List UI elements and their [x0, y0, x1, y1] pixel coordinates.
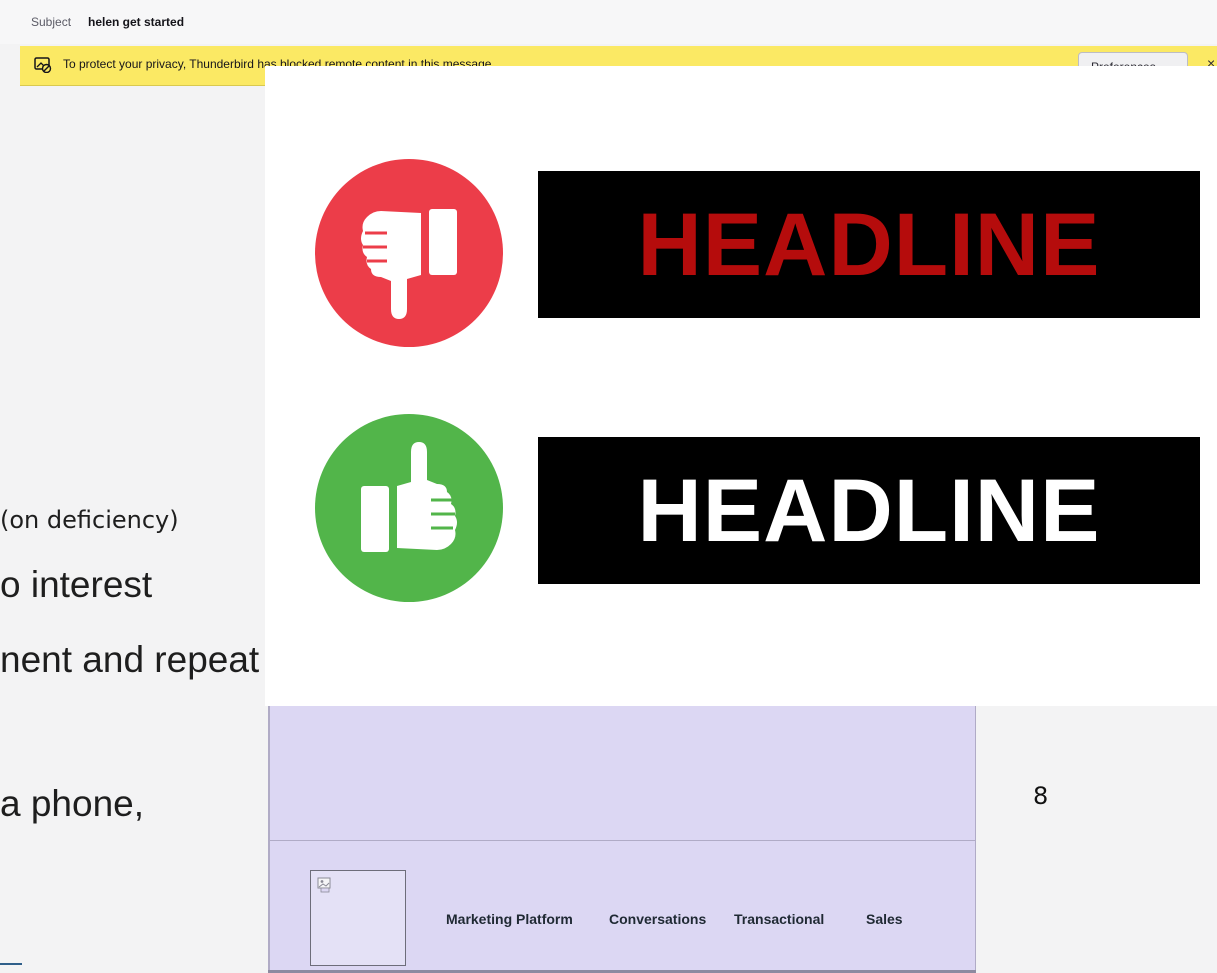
email-nav-bar: Marketing Platform Conversations Transac…: [268, 841, 976, 973]
good-headline-text: HEADLINE: [637, 460, 1101, 560]
blocked-content-icon: [34, 57, 52, 74]
slide-text-line: nent and repeat: [0, 639, 260, 680]
nav-link-transactional[interactable]: Transactional: [734, 911, 824, 927]
nav-link-conversations[interactable]: Conversations: [609, 911, 706, 927]
message-subject-bar: Subject helen get started: [0, 0, 1217, 44]
slide-divider: [0, 963, 22, 965]
nav-link-marketing-platform[interactable]: Marketing Platform: [446, 911, 573, 927]
thumbs-down-icon: [315, 159, 503, 347]
subject-value: helen get started: [88, 15, 185, 29]
background-slide: (on deficiency) o interest nent and repe…: [0, 86, 300, 973]
bad-headline-box: HEADLINE: [538, 171, 1200, 318]
bad-headline-text: HEADLINE: [637, 194, 1101, 294]
slide-page-number: 8: [1033, 782, 1049, 810]
nav-link-sales[interactable]: Sales: [866, 911, 903, 927]
slide-text-line: (on deficiency): [0, 506, 179, 534]
slide-text-line: a phone,: [0, 783, 145, 824]
slide-text-line: o interest: [0, 564, 153, 605]
email-logo-placeholder: [310, 870, 406, 966]
headline-comparison-graphic: HEADLINE HEADLINE: [265, 66, 1217, 706]
broken-image-icon: [317, 877, 333, 893]
email-hero-block: [268, 703, 976, 841]
good-headline-box: HEADLINE: [538, 437, 1200, 584]
subject-label: Subject: [31, 15, 72, 29]
thumbs-up-icon: [315, 414, 503, 602]
